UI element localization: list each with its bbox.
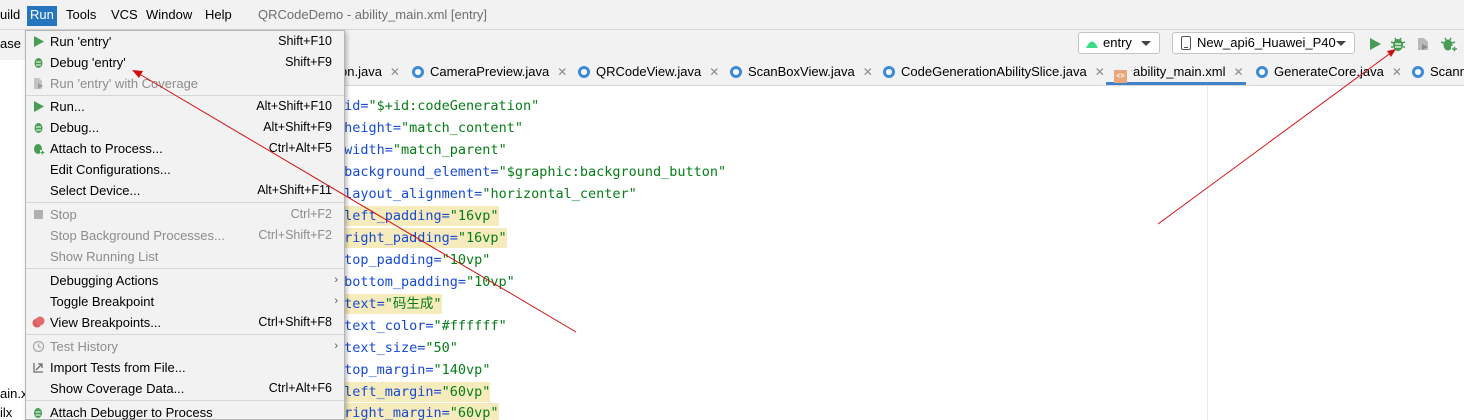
annotation-arrow-line <box>135 71 577 333</box>
annotation-arrow-head <box>1387 49 1396 57</box>
annotation-arrows <box>132 49 1396 333</box>
annotation-arrow-head <box>132 70 143 78</box>
annotation-arrow-line <box>1157 51 1393 225</box>
